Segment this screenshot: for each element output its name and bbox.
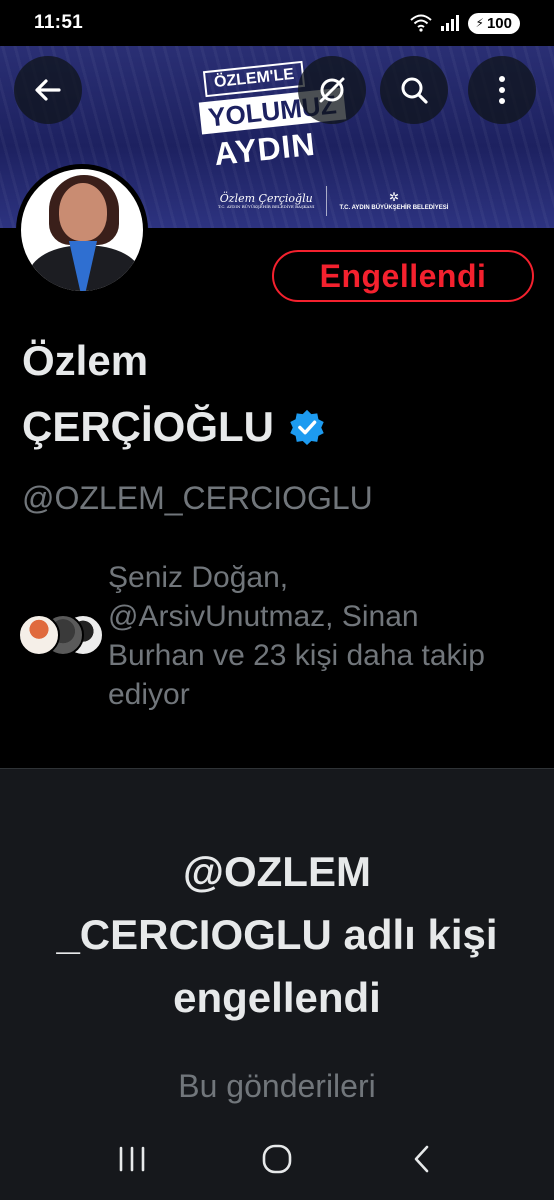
charging-icon: ⚡ <box>475 16 484 30</box>
more-vertical-icon <box>499 76 505 104</box>
blocked-button[interactable]: Engellendi <box>272 250 534 302</box>
blocked-panel-title: @OZLEM _CERCIOGLU adlı kişi engellendi <box>56 848 498 1021</box>
profile-name-first: Özlem <box>22 337 149 384</box>
wifi-icon <box>409 14 432 32</box>
blocked-panel-subtitle: Bu gönderileri <box>178 1068 376 1104</box>
profile-name-last: ÇERÇİOĞLU <box>22 403 274 450</box>
banner-footer-logos: Özlem Çerçioğlu T.C. AYDIN BÜYÜKŞEHİR BE… <box>218 186 448 216</box>
profile-avatar[interactable] <box>16 164 148 296</box>
profile-name-last-row: ÇERÇİOĞLU <box>22 406 326 448</box>
status-time: 11:51 <box>34 12 84 33</box>
followed-by[interactable]: Şeniz Doğan, @ArsivUnutmaz, Sinan Burhan… <box>18 558 538 714</box>
battery-indicator: ⚡ 100 <box>467 12 520 34</box>
recent-apps-icon <box>120 1146 145 1172</box>
back-button[interactable] <box>14 56 82 124</box>
home-button[interactable] <box>247 1129 307 1189</box>
status-icons: ⚡ 100 <box>409 12 520 34</box>
banner-logo-line1: ÖZLEM'LE <box>202 60 306 98</box>
grok-button[interactable] <box>298 56 366 124</box>
back-nav-button[interactable] <box>392 1129 452 1189</box>
municipality-logo: ✲ T.C. AYDIN BÜYÜKŞEHİR BELEDİYESİ <box>339 190 449 211</box>
recent-apps-button[interactable] <box>102 1129 162 1189</box>
battery-level: 100 <box>486 14 512 32</box>
home-icon <box>262 1144 292 1174</box>
more-options-button[interactable] <box>468 56 536 124</box>
followed-by-text: Şeniz Doğan, @ArsivUnutmaz, Sinan Burhan… <box>108 561 485 711</box>
signal-icon <box>440 15 459 31</box>
search-button[interactable] <box>380 56 448 124</box>
chevron-left-icon <box>414 1145 428 1173</box>
municipality-emblem-icon: ✲ <box>388 190 399 205</box>
status-bar: 11:51 ⚡ 100 <box>0 0 554 46</box>
banner-signature: Özlem Çerçioğlu T.C. AYDIN BÜYÜKŞEHİR BE… <box>218 191 315 209</box>
grok-icon <box>319 77 345 103</box>
system-navigation-bar <box>0 1118 554 1200</box>
profile-handle: @OZLEM_CERCIOGLU <box>22 480 373 516</box>
follower-avatar <box>18 614 60 656</box>
arrow-left-icon <box>35 79 61 101</box>
follower-avatars <box>18 614 108 658</box>
search-icon <box>401 77 428 104</box>
banner-separator <box>326 186 328 216</box>
verified-badge-icon <box>290 409 324 446</box>
